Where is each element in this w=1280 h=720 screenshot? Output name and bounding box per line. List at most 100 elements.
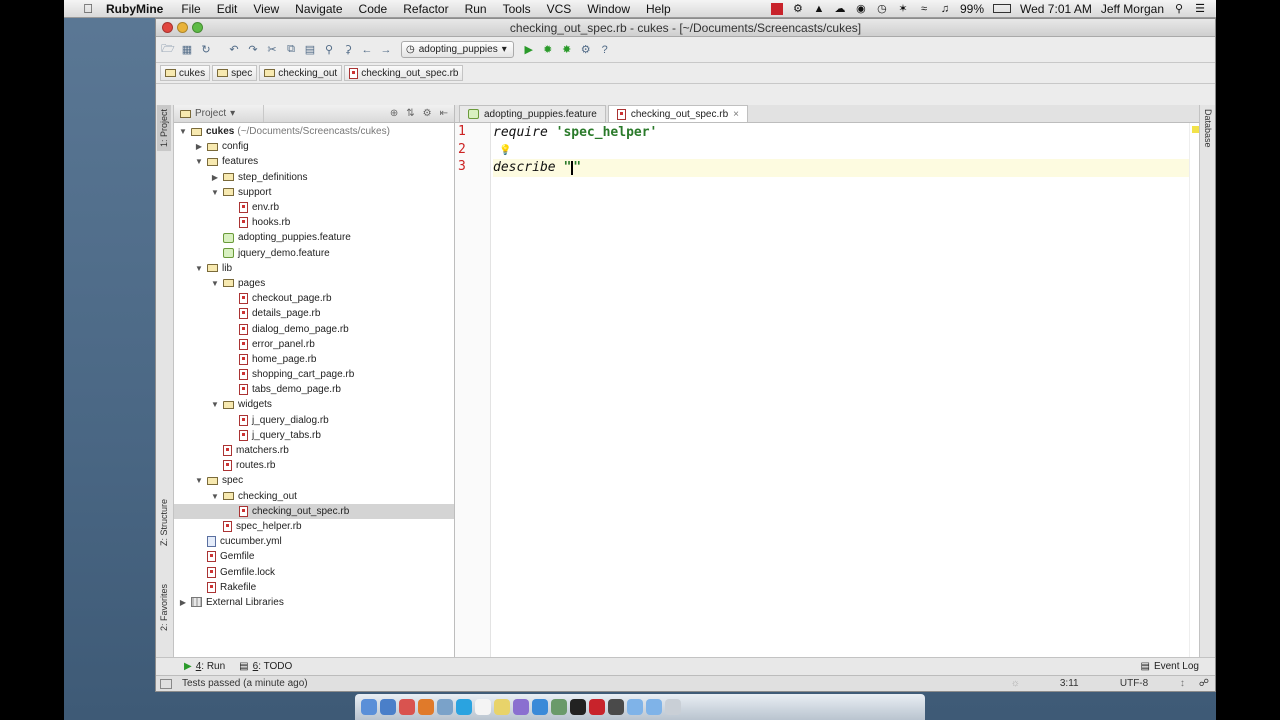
tree-file[interactable]: checking_out_spec.rb (174, 503, 454, 519)
collapse-arrow-icon[interactable]: ▶ (178, 598, 188, 607)
tree-file[interactable]: spec_helper.rb (174, 519, 454, 534)
mail-icon[interactable] (437, 699, 453, 715)
tree-file[interactable]: home_page.rb (174, 352, 454, 367)
menu-refactor[interactable]: Refactor (403, 2, 448, 16)
replace-icon[interactable]: ⚳ (340, 42, 356, 58)
expand-arrow-icon[interactable]: ▼ (210, 188, 220, 197)
tree-file[interactable]: dialog_demo_page.rb (174, 321, 454, 336)
tab-favorites[interactable]: 2: Favorites (157, 580, 171, 635)
gear-icon[interactable]: ⚙ (423, 108, 432, 119)
paste-icon[interactable]: ▤ (302, 42, 318, 58)
tree-file[interactable]: env.rb (174, 200, 454, 215)
code-line[interactable]: 💡 (493, 142, 1189, 160)
chrome-icon[interactable] (399, 699, 415, 715)
tree-file[interactable]: Rakefile (174, 580, 454, 595)
chevron-updown-icon[interactable]: ↕ (1180, 678, 1185, 689)
tree-file[interactable]: ▶ External Libraries (174, 595, 454, 610)
tree-file[interactable]: Gemfile.lock (174, 564, 454, 579)
tree-file[interactable]: cucumber.yml (174, 534, 454, 549)
appstore-icon[interactable] (532, 699, 548, 715)
tab-checking-out-spec[interactable]: checking_out_spec.rb × (607, 105, 749, 122)
open-folder-icon[interactable]: 🗁 (160, 42, 176, 58)
preview-icon[interactable] (551, 699, 567, 715)
help-icon[interactable]: ? (597, 42, 613, 58)
firefox-icon[interactable] (418, 699, 434, 715)
sync-icon[interactable]: ↻ (198, 42, 214, 58)
menu-vcs[interactable]: VCS (547, 2, 572, 16)
tree-file[interactable]: j_query_dialog.rb (174, 413, 454, 428)
menu-help[interactable]: Help (646, 2, 671, 16)
breadcrumb-item[interactable]: cukes (160, 65, 211, 81)
menu-view[interactable]: View (253, 2, 279, 16)
copy-icon[interactable]: ⧉ (283, 42, 299, 58)
todo-tool-button[interactable]: ▤ 6: TODO (239, 661, 292, 672)
tab-database[interactable]: Database (1201, 105, 1215, 152)
code-line-current[interactable]: describe " " (493, 159, 1189, 177)
collapse-arrow-icon[interactable]: ▶ (210, 173, 220, 182)
breadcrumb-item[interactable]: spec (212, 65, 258, 81)
menubar-clock[interactable]: Wed 7:01 AM (1020, 2, 1092, 16)
tree-folder[interactable]: ▼ checking_out (174, 489, 454, 504)
tree-file[interactable]: tabs_demo_page.rb (174, 382, 454, 397)
tree-file[interactable]: error_panel.rb (174, 337, 454, 352)
breadcrumb-item[interactable]: checking_out (259, 65, 343, 81)
itunes-icon[interactable] (513, 699, 529, 715)
folder-icon[interactable] (627, 699, 643, 715)
debug-icon[interactable]: ✹ (540, 42, 556, 58)
tree-folder[interactable]: ▶ step_definitions (174, 170, 454, 185)
undo-icon[interactable]: ↶ (226, 42, 242, 58)
apple-menu-icon[interactable]:  (74, 1, 102, 16)
tree-file[interactable]: Gemfile (174, 549, 454, 564)
menu-code[interactable]: Code (359, 2, 388, 16)
expand-arrow-icon[interactable]: ▼ (210, 492, 220, 501)
close-icon[interactable]: × (733, 109, 739, 120)
spotlight-icon[interactable]: ⚲ (1173, 3, 1185, 15)
tree-folder[interactable]: ▶ config (174, 139, 454, 154)
menu-file[interactable]: File (181, 2, 200, 16)
code-content[interactable]: require 'spec_helper' 💡 describe " " (491, 123, 1189, 657)
status-message[interactable]: Tests passed (a minute ago) (182, 678, 308, 689)
calendar-icon[interactable] (475, 699, 491, 715)
tree-folder[interactable]: ▼ features (174, 154, 454, 169)
trash-icon[interactable] (665, 699, 681, 715)
collapse-all-icon[interactable]: ⇅ (406, 108, 414, 119)
tree-folder[interactable]: ▼ support (174, 185, 454, 200)
code-line[interactable]: require 'spec_helper' (493, 124, 1189, 142)
tree-folder[interactable]: ▼ pages (174, 276, 454, 291)
skype-icon[interactable] (456, 699, 472, 715)
forward-icon[interactable]: → (378, 42, 394, 58)
tree-root[interactable]: ▼ cukes (~/Documents/Screencasts/cukes) (174, 124, 454, 139)
tree-file[interactable]: shopping_cart_page.rb (174, 367, 454, 382)
notes-icon[interactable] (494, 699, 510, 715)
warning-marker-icon[interactable] (1192, 126, 1199, 133)
code-editor[interactable]: 1 2 3 require 'spec_helper' 💡 describe "… (455, 123, 1199, 657)
tab-structure[interactable]: Z: Structure (157, 495, 171, 550)
volume-icon[interactable]: ♫ (939, 3, 951, 15)
expand-arrow-icon[interactable]: ▼ (210, 279, 220, 288)
status-toggle-icon[interactable] (160, 678, 172, 689)
tab-adopting-puppies-feature[interactable]: adopting_puppies.feature (459, 105, 606, 122)
menubar-user[interactable]: Jeff Morgan (1101, 2, 1164, 16)
tree-folder[interactable]: ▼ lib (174, 261, 454, 276)
cloud-icon[interactable]: ☁ (834, 3, 846, 15)
menu-tools[interactable]: Tools (503, 2, 531, 16)
expand-arrow-icon[interactable]: ▼ (178, 127, 188, 136)
breadcrumb-item[interactable]: checking_out_spec.rb (344, 65, 464, 81)
intention-bulb-icon[interactable]: 💡 (499, 145, 511, 156)
time-machine-icon[interactable]: ◷ (876, 3, 888, 15)
file-encoding[interactable]: UTF-8 (1120, 678, 1180, 689)
caret-position[interactable]: 3:11 (1060, 678, 1120, 689)
back-icon[interactable]: ← (359, 42, 375, 58)
save-icon[interactable]: ▦ (179, 42, 195, 58)
run-tool-button[interactable]: ▶ 4: Run (184, 661, 225, 672)
scroll-from-source-icon[interactable]: ⊕ (390, 108, 398, 119)
tree-file[interactable]: routes.rb (174, 458, 454, 473)
coverage-icon[interactable]: ✸ (559, 42, 575, 58)
tree-file[interactable]: adopting_puppies.feature (174, 230, 454, 245)
expand-arrow-icon[interactable]: ▼ (194, 476, 204, 485)
expand-arrow-icon[interactable]: ▼ (194, 157, 204, 166)
collapse-arrow-icon[interactable]: ▶ (194, 142, 204, 151)
bluetooth-icon[interactable]: ✶ (897, 3, 909, 15)
finder-icon[interactable] (361, 699, 377, 715)
tab-project[interactable]: 1: Project (157, 105, 171, 152)
